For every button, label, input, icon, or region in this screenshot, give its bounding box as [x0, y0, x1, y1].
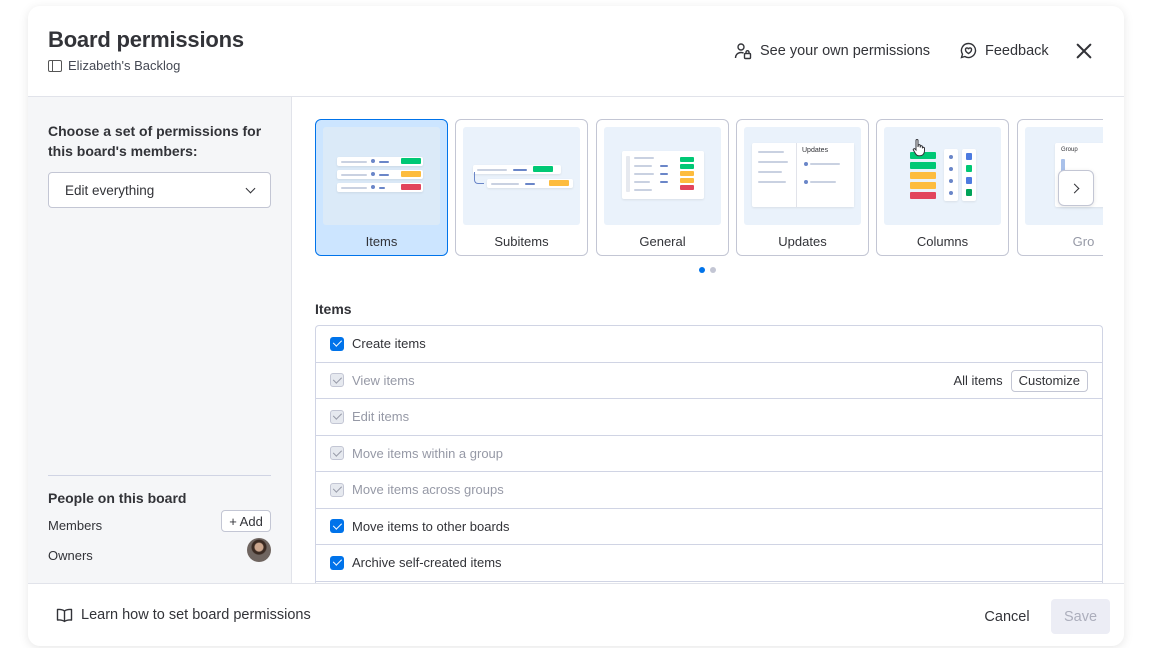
permission-row[interactable]: Archive self-created items	[316, 545, 1102, 582]
category-label: General	[639, 234, 686, 249]
permission-label: Move items within a group	[352, 445, 504, 461]
category-label: Subitems	[494, 234, 549, 249]
close-icon[interactable]	[1074, 41, 1094, 61]
board-icon	[48, 59, 62, 72]
permission-row: Move items across groups	[316, 472, 1102, 509]
items-thumbnail	[323, 127, 440, 225]
subitems-thumbnail	[463, 127, 580, 225]
feedback-button[interactable]: Feedback	[960, 42, 1049, 59]
book-icon	[56, 608, 73, 622]
customize-button[interactable]: Customize	[1010, 369, 1088, 392]
hand-cursor-icon	[912, 139, 925, 157]
checkbox-icon[interactable]	[330, 336, 344, 351]
feedback-label: Feedback	[985, 42, 1049, 59]
permission-set-select[interactable]: Edit everything	[48, 172, 271, 208]
checkbox-icon	[330, 446, 344, 461]
permission-label: Move items to other boards	[352, 518, 510, 534]
permission-label: Edit items	[352, 409, 410, 425]
board-name: Elizabeth's Backlog	[68, 58, 181, 73]
footer-divider	[28, 583, 1124, 584]
permission-row: View items All items Customize	[316, 363, 1102, 399]
checkbox-icon	[330, 373, 344, 388]
category-card-columns[interactable]: Columns	[876, 119, 1009, 256]
save-button[interactable]: Save	[1051, 599, 1110, 634]
checkbox-icon	[330, 482, 344, 497]
person-lock-icon	[734, 43, 752, 60]
category-card-updates[interactable]: Updates Updates	[736, 119, 869, 256]
scope-value: All items	[953, 373, 1003, 388]
feedback-icon	[960, 42, 977, 59]
chevron-down-icon	[245, 183, 256, 193]
permission-label: Archive self-created items	[352, 555, 502, 571]
permission-list: Create items View items All items Custom…	[315, 325, 1103, 583]
permission-row[interactable]: Move items to other boards	[316, 509, 1102, 545]
group-thumb-title: Group	[1061, 147, 1078, 153]
sidebar-divider	[48, 475, 271, 476]
category-label: Columns	[916, 234, 969, 249]
people-title: People on this board	[48, 490, 187, 506]
category-label: Items	[365, 234, 398, 249]
carousel-pager	[699, 267, 716, 273]
permission-label: View items	[352, 372, 415, 388]
pager-dot[interactable]	[710, 267, 716, 273]
permission-set-heading: Choose a set of permissions for this boa…	[48, 123, 262, 159]
add-member-button[interactable]: + Add	[221, 510, 271, 532]
chevron-right-icon	[1069, 183, 1080, 193]
board-permissions-modal: Board permissions Elizabeth's Backlog Se…	[28, 6, 1124, 646]
permission-label: Move items across groups	[352, 482, 504, 498]
permission-row: Move items within a group	[316, 436, 1102, 472]
permission-row[interactable]: Create items	[316, 326, 1102, 363]
learn-permissions-label: Learn how to set board permissions	[81, 607, 311, 623]
permission-set-value: Edit everything	[65, 182, 155, 198]
category-label: Gro	[1072, 234, 1095, 249]
view-items-scope: All items Customize	[953, 369, 1088, 392]
sidebar: Choose a set of permissions for this boa…	[28, 97, 292, 583]
pager-dot[interactable]	[699, 267, 705, 273]
permission-row: Edit items	[316, 399, 1102, 436]
checkbox-icon	[330, 409, 344, 424]
page-title: Board permissions	[48, 27, 244, 52]
members-label: Members	[48, 518, 103, 533]
see-own-permissions-button[interactable]: See your own permissions	[734, 42, 930, 60]
general-thumbnail	[604, 127, 721, 225]
checkbox-icon[interactable]	[330, 519, 344, 534]
category-card-items[interactable]: Items	[315, 119, 448, 256]
cancel-button[interactable]: Cancel	[973, 600, 1041, 634]
checkbox-icon[interactable]	[330, 555, 344, 570]
permission-label: Create items	[352, 336, 426, 352]
see-own-permissions-label: See your own permissions	[760, 43, 931, 59]
permission-category-carousel: Items Subitems General Updates Updates C…	[315, 119, 1103, 257]
carousel-next-button[interactable]	[1058, 170, 1094, 206]
category-card-general[interactable]: General	[596, 119, 729, 256]
board-breadcrumb: Elizabeth's Backlog	[48, 58, 180, 73]
columns-thumbnail	[884, 127, 1001, 225]
updates-thumbnail: Updates	[744, 127, 861, 225]
avatar[interactable]	[247, 538, 271, 562]
updates-thumb-title: Updates	[802, 147, 829, 154]
category-card-subitems[interactable]: Subitems	[455, 119, 588, 256]
owners-label: Owners	[48, 548, 93, 563]
section-title: Items	[315, 301, 352, 317]
learn-permissions-link[interactable]: Learn how to set board permissions	[56, 607, 311, 623]
category-label: Updates	[778, 234, 827, 249]
